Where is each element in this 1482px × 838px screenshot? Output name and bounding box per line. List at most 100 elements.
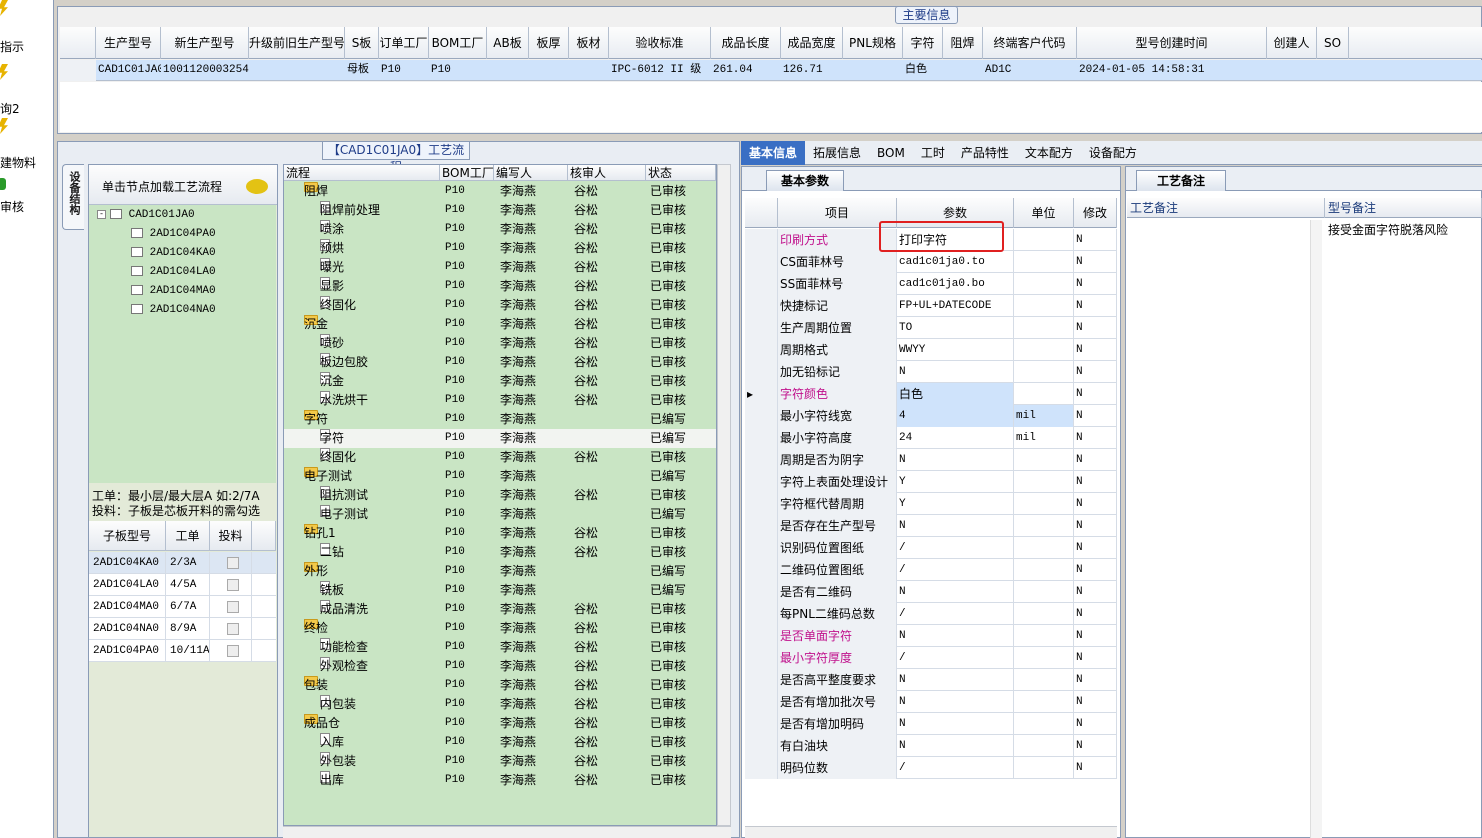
params-hscrollbar[interactable] bbox=[745, 826, 1117, 838]
main-table-row[interactable]: CAD1C01JA0 10011200032541 母板 P10 P10 IPC-6012… bbox=[60, 60, 1482, 81]
flow-row[interactable]: 二钻 P10 李海燕 谷松 已审核 bbox=[284, 543, 716, 562]
flow-row[interactable]: 显影 P10 李海燕 谷松 已审核 bbox=[284, 277, 716, 296]
sub-row[interactable]: 2AD1C04MA0 6/7A bbox=[89, 596, 276, 618]
param-row[interactable]: 是否有增加批次号 N N bbox=[745, 691, 1117, 713]
tree-child[interactable]: 2AD1C04KA0 bbox=[131, 247, 216, 259]
param-row[interactable]: 有白油块 N N bbox=[745, 735, 1117, 757]
param-value[interactable]: N bbox=[897, 713, 1014, 735]
flow-col-header[interactable]: BOM工厂 bbox=[440, 165, 494, 181]
param-value[interactable]: / bbox=[897, 559, 1014, 581]
param-row[interactable]: 明码位数 / N bbox=[745, 757, 1117, 779]
col-header[interactable]: BOM工厂 bbox=[429, 27, 487, 59]
cell[interactable] bbox=[249, 60, 345, 81]
remark-vscrollbar[interactable] bbox=[1310, 220, 1322, 838]
cell[interactable]: IPC-6012 II 级 bbox=[609, 60, 711, 81]
flow-row[interactable]: 出库 P10 李海燕 谷松 已审核 bbox=[284, 771, 716, 790]
flow-row[interactable]: 字符 P10 李海燕 已编写 bbox=[284, 429, 716, 448]
cell[interactable]: AD1C bbox=[983, 60, 1077, 81]
flow-row[interactable]: 入库 P10 李海燕 谷松 已审核 bbox=[284, 733, 716, 752]
flow-row[interactable]: -外形P10李海燕已编写 bbox=[284, 562, 716, 581]
sub-row[interactable]: 2AD1C04PA0 10/11A bbox=[89, 640, 276, 662]
tab-2[interactable]: BOM bbox=[869, 141, 913, 165]
cell[interactable] bbox=[843, 60, 903, 81]
param-row[interactable]: 最小字符厚度 / N bbox=[745, 647, 1117, 669]
param-value[interactable]: / bbox=[897, 757, 1014, 779]
param-value[interactable]: / bbox=[897, 603, 1014, 625]
param-row[interactable]: CS面菲林号 cad1c01ja0.to N bbox=[745, 251, 1117, 273]
cell[interactable]: 母板 bbox=[345, 60, 379, 81]
param-row[interactable]: 是否存在生产型号 N N bbox=[745, 515, 1117, 537]
tab-1[interactable]: 拓展信息 bbox=[805, 141, 869, 165]
col-header[interactable]: 验收标准 bbox=[609, 27, 711, 59]
tab-6[interactable]: 设备配方 bbox=[1081, 141, 1145, 165]
tree-root[interactable]: - CAD1C01JA0 bbox=[97, 209, 195, 221]
param-value[interactable]: cad1c01ja0.to bbox=[897, 251, 1014, 273]
flow-row[interactable]: -字符P10李海燕已编写 bbox=[284, 410, 716, 429]
flow-row[interactable]: 阻焊前处理 P10 李海燕 谷松 已审核 bbox=[284, 201, 716, 220]
flow-row[interactable]: -沉金P10李海燕谷松已审核 bbox=[284, 315, 716, 334]
col-header[interactable]: 成品宽度 bbox=[781, 27, 843, 59]
param-row[interactable]: 字符上表面处理设计 Y N bbox=[745, 471, 1117, 493]
param-value[interactable]: N bbox=[897, 691, 1014, 713]
param-row[interactable]: 快捷标记 FP+UL+DATECODE N bbox=[745, 295, 1117, 317]
col-header[interactable]: 新生产型号 bbox=[161, 27, 249, 59]
cell[interactable]: 白色 bbox=[903, 60, 943, 81]
col-header[interactable]: 生产型号 bbox=[96, 27, 161, 59]
remark-title[interactable]: 工艺备注 bbox=[1136, 170, 1226, 191]
flow-col-header[interactable]: 流程 bbox=[284, 165, 440, 181]
feed-checkbox[interactable] bbox=[226, 623, 239, 635]
cell[interactable] bbox=[569, 60, 609, 81]
flow-row[interactable]: -成品仓P10李海燕谷松已审核 bbox=[284, 714, 716, 733]
col-header[interactable]: 成品长度 bbox=[711, 27, 781, 59]
flow-col-header[interactable]: 状态 bbox=[646, 165, 716, 181]
vertical-tab-equipment[interactable]: 设备结构 bbox=[62, 164, 84, 230]
col-header[interactable]: AB板 bbox=[487, 27, 529, 59]
param-value[interactable]: WWYY bbox=[897, 339, 1014, 361]
flow-row[interactable]: 终固化 P10 李海燕 谷松 已审核 bbox=[284, 296, 716, 315]
param-row[interactable]: 是否高平整度要求 N N bbox=[745, 669, 1117, 691]
flow-row[interactable]: -钻孔1P10李海燕谷松已审核 bbox=[284, 524, 716, 543]
flow-col-header[interactable]: 编写人 bbox=[494, 165, 568, 181]
sub-row[interactable]: 2AD1C04NA0 8/9A bbox=[89, 618, 276, 640]
cell[interactable]: 2024-01-05 14:58:31 bbox=[1077, 60, 1267, 81]
cell[interactable] bbox=[487, 60, 529, 81]
param-value[interactable]: cad1c01ja0.bo bbox=[897, 273, 1014, 295]
param-value[interactable]: N bbox=[897, 625, 1014, 647]
param-value[interactable]: 24 bbox=[897, 427, 1014, 449]
param-row[interactable]: 最小字符高度 24 mil N bbox=[745, 427, 1117, 449]
feed-checkbox[interactable] bbox=[226, 645, 239, 657]
param-row[interactable]: ▸ 字符颜色 白色 N bbox=[745, 383, 1117, 405]
flow-row[interactable]: 喷涂 P10 李海燕 谷松 已审核 bbox=[284, 220, 716, 239]
flow-row[interactable]: 水洗烘干 P10 李海燕 谷松 已审核 bbox=[284, 391, 716, 410]
sub-col-header[interactable]: 工单 bbox=[166, 521, 210, 551]
cell[interactable] bbox=[1317, 60, 1349, 81]
tab-0[interactable]: 基本信息 bbox=[741, 141, 806, 165]
col-header[interactable]: 板厚 bbox=[529, 27, 569, 59]
param-value[interactable]: N bbox=[897, 515, 1014, 537]
flow-row[interactable]: 功能检查 P10 李海燕 谷松 已审核 bbox=[284, 638, 716, 657]
col-header[interactable]: S板 bbox=[345, 27, 379, 59]
cell[interactable] bbox=[943, 60, 983, 81]
param-row[interactable]: SS面菲林号 cad1c01ja0.bo N bbox=[745, 273, 1117, 295]
flow-row[interactable]: 喷砂 P10 李海燕 谷松 已审核 bbox=[284, 334, 716, 353]
flow-row[interactable]: 内包装 P10 李海燕 谷松 已审核 bbox=[284, 695, 716, 714]
flow-row[interactable]: 外观检查 P10 李海燕 谷松 已审核 bbox=[284, 657, 716, 676]
param-col-header[interactable]: 修改 bbox=[1074, 198, 1117, 228]
tree-child[interactable]: 2AD1C04NA0 bbox=[131, 304, 216, 316]
process-tree-vscrollbar[interactable] bbox=[717, 164, 731, 826]
flow-row[interactable]: 板边包胶 P10 李海燕 谷松 已审核 bbox=[284, 353, 716, 372]
param-row[interactable]: 二维码位置图纸 / N bbox=[745, 559, 1117, 581]
tree-child[interactable]: 2AD1C04PA0 bbox=[131, 228, 216, 240]
cell[interactable] bbox=[1267, 60, 1317, 81]
param-col-header[interactable]: 单位 bbox=[1014, 198, 1074, 228]
param-row[interactable]: 加无铅标记 N N bbox=[745, 361, 1117, 383]
col-header[interactable]: 订单工厂 bbox=[379, 27, 429, 59]
col-header[interactable]: 型号创建时间 bbox=[1077, 27, 1267, 59]
tree-child[interactable]: 2AD1C04MA0 bbox=[131, 285, 216, 297]
sub-col-header[interactable]: 子板型号 bbox=[89, 521, 166, 551]
col-header[interactable]: 终端客户代码 bbox=[983, 27, 1077, 59]
param-row[interactable]: 周期格式 WWYY N bbox=[745, 339, 1117, 361]
cell[interactable] bbox=[529, 60, 569, 81]
sub-col-header[interactable]: 投料 bbox=[210, 521, 252, 551]
param-row[interactable]: 是否有二维码 N N bbox=[745, 581, 1117, 603]
